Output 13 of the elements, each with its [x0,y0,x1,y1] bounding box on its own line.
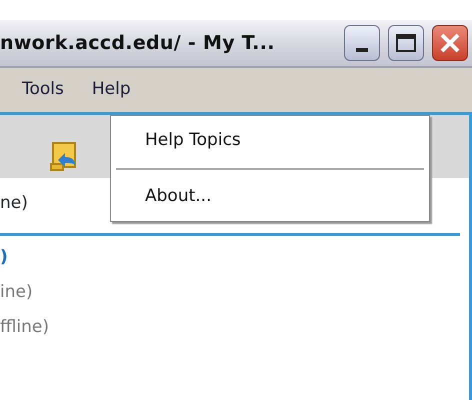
close-icon [440,33,460,53]
maximize-icon [396,34,416,52]
menu-option[interactable]: About... [111,178,429,215]
close-button[interactable] [432,25,468,61]
group-header[interactable]: ) [0,240,469,275]
minimize-button[interactable] [344,25,380,61]
minimize-icon [356,48,368,52]
maximize-button[interactable] [388,25,424,61]
menu-item[interactable]: Tools [16,77,70,103]
contact-item[interactable]: ine) [0,275,469,310]
window-title: nwork.accd.edu/ - My T... [0,30,276,56]
contact-item[interactable]: ffline) [0,310,469,345]
menu-item[interactable]: Help [86,77,137,103]
